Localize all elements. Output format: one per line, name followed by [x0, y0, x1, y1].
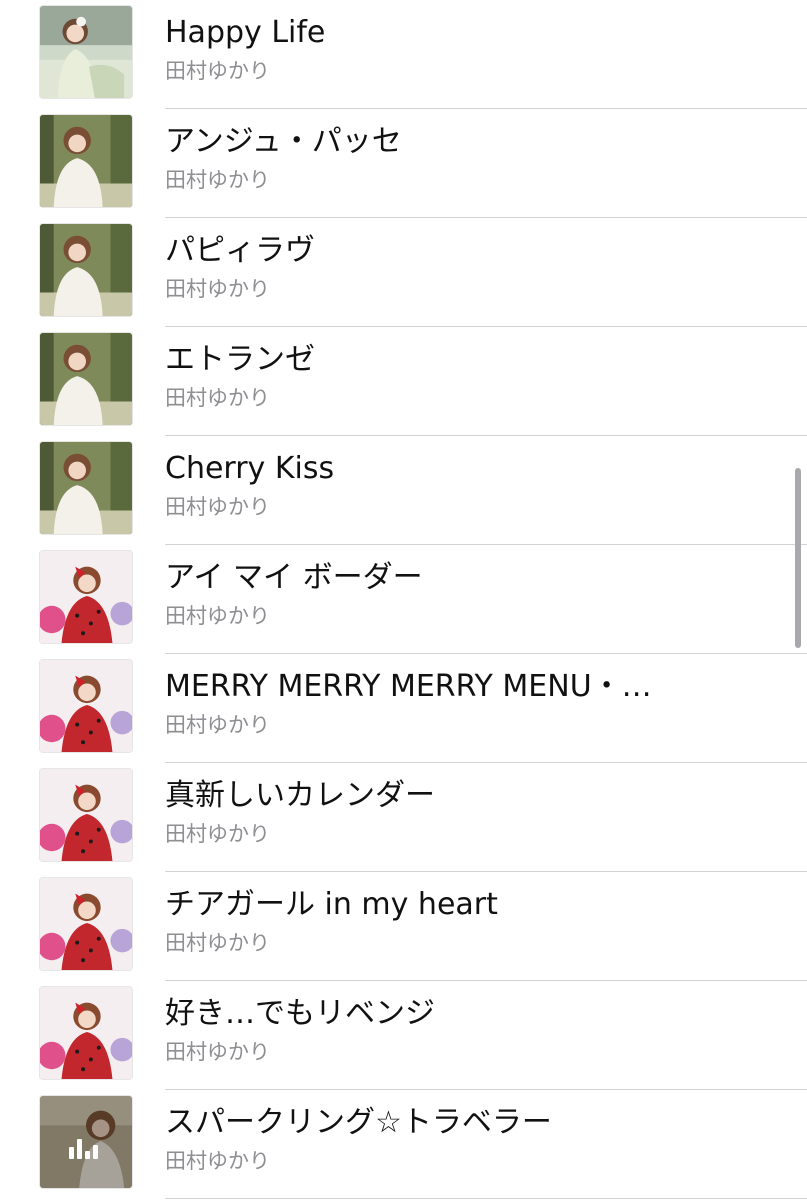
album-artwork [39, 986, 133, 1080]
now-playing-bars-icon [69, 1139, 103, 1159]
song-row[interactable]: 真新しいカレンダー 田村ゆかり [0, 763, 807, 872]
song-artist: 田村ゆかり [165, 604, 270, 628]
song-artist: 田村ゆかり [165, 495, 270, 519]
song-row[interactable]: Happy Life 田村ゆかり [0, 0, 807, 109]
song-title: チアガール in my heart [165, 887, 498, 922]
song-title: パピィラヴ [165, 233, 315, 268]
song-artist: 田村ゆかり [165, 713, 270, 737]
song-title: アンジュ・パッセ [165, 124, 402, 159]
song-title: Happy Life [165, 15, 326, 50]
album-artwork [39, 550, 133, 644]
song-row[interactable]: アンジュ・パッセ 田村ゆかり [0, 109, 807, 218]
song-row[interactable]: Cherry Kiss 田村ゆかり [0, 436, 807, 545]
song-title: 真新しいカレンダー [165, 778, 435, 813]
song-artist: 田村ゆかり [165, 822, 270, 846]
song-artist: 田村ゆかり [165, 931, 270, 955]
row-separator [165, 1198, 807, 1199]
song-row-now-playing[interactable]: スパークリング☆トラベラー 田村ゆかり [0, 1090, 807, 1199]
song-artist: 田村ゆかり [165, 59, 270, 83]
song-artist: 田村ゆかり [165, 277, 270, 301]
scroll-indicator[interactable] [795, 468, 801, 648]
album-artwork [39, 877, 133, 971]
song-row[interactable]: パピィラヴ 田村ゆかり [0, 218, 807, 327]
song-list[interactable]: Happy Life 田村ゆかり アンジュ・パッセ 田村ゆかり パピィラヴ 田村… [0, 0, 807, 1200]
song-artist: 田村ゆかり [165, 1149, 270, 1173]
album-artwork [39, 114, 133, 208]
song-title: エトランゼ [165, 342, 315, 377]
album-artwork [39, 441, 133, 535]
song-row[interactable]: エトランゼ 田村ゆかり [0, 327, 807, 436]
song-artist: 田村ゆかり [165, 1040, 270, 1064]
song-row[interactable]: チアガール in my heart 田村ゆかり [0, 872, 807, 981]
album-artwork [39, 223, 133, 317]
song-artist: 田村ゆかり [165, 386, 270, 410]
song-title: MERRY MERRY MERRY MENU・… [165, 669, 652, 704]
song-title: 好き…でもリベンジ [165, 996, 435, 1031]
song-row[interactable]: MERRY MERRY MERRY MENU・… 田村ゆかり [0, 654, 807, 763]
song-artist: 田村ゆかり [165, 168, 270, 192]
album-artwork [39, 5, 133, 99]
song-row[interactable]: 好き…でもリベンジ 田村ゆかり [0, 981, 807, 1090]
album-artwork [39, 659, 133, 753]
song-title: スパークリング☆トラベラー [165, 1105, 552, 1140]
song-title: Cherry Kiss [165, 451, 335, 486]
album-artwork [39, 768, 133, 862]
song-row[interactable]: アイ マイ ボーダー 田村ゆかり [0, 545, 807, 654]
song-title: アイ マイ ボーダー [165, 560, 423, 595]
album-artwork [39, 332, 133, 426]
